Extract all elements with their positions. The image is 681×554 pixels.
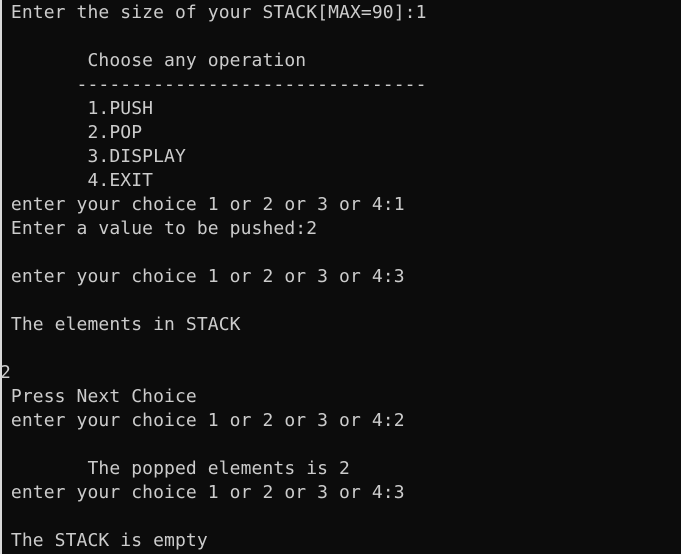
console-line-popped: The popped elements is 2 [0, 458, 350, 479]
console-line-push-value: Enter a value to be pushed:2 [0, 218, 318, 239]
console-line-menu-divider: -------------------------------- [0, 74, 427, 95]
console-line-stack-empty: The STACK is empty [0, 530, 208, 551]
console-line-size-prompt: Enter the size of your STACK[MAX=90]:1 [0, 2, 427, 23]
console-line-menu-display: 3.DISPLAY [0, 146, 186, 167]
console-line-menu-exit: 4.EXIT [0, 170, 154, 191]
console-line-choice: enter your choice 1 or 2 or 3 or 4:3 [0, 266, 405, 287]
console-line-choice: enter your choice 1 or 2 or 3 or 4:2 [0, 410, 405, 431]
console-line-next-choice: Press Next Choice [0, 386, 197, 407]
console-line-menu-push: 1.PUSH [0, 98, 154, 119]
console-window[interactable]: Enter the size of your STACK[MAX=90]:1 C… [0, 0, 681, 554]
console-line-stack-element: 2 [0, 362, 11, 383]
console-line-choice: enter your choice 1 or 2 or 3 or 4:1 [0, 194, 405, 215]
console-line-menu-title: Choose any operation [0, 50, 307, 71]
console-line-elements-header: The elements in STACK [0, 314, 241, 335]
console-line-menu-pop: 2.POP [0, 122, 143, 143]
console-line-choice: enter your choice 1 or 2 or 3 or 4:3 [0, 482, 405, 503]
